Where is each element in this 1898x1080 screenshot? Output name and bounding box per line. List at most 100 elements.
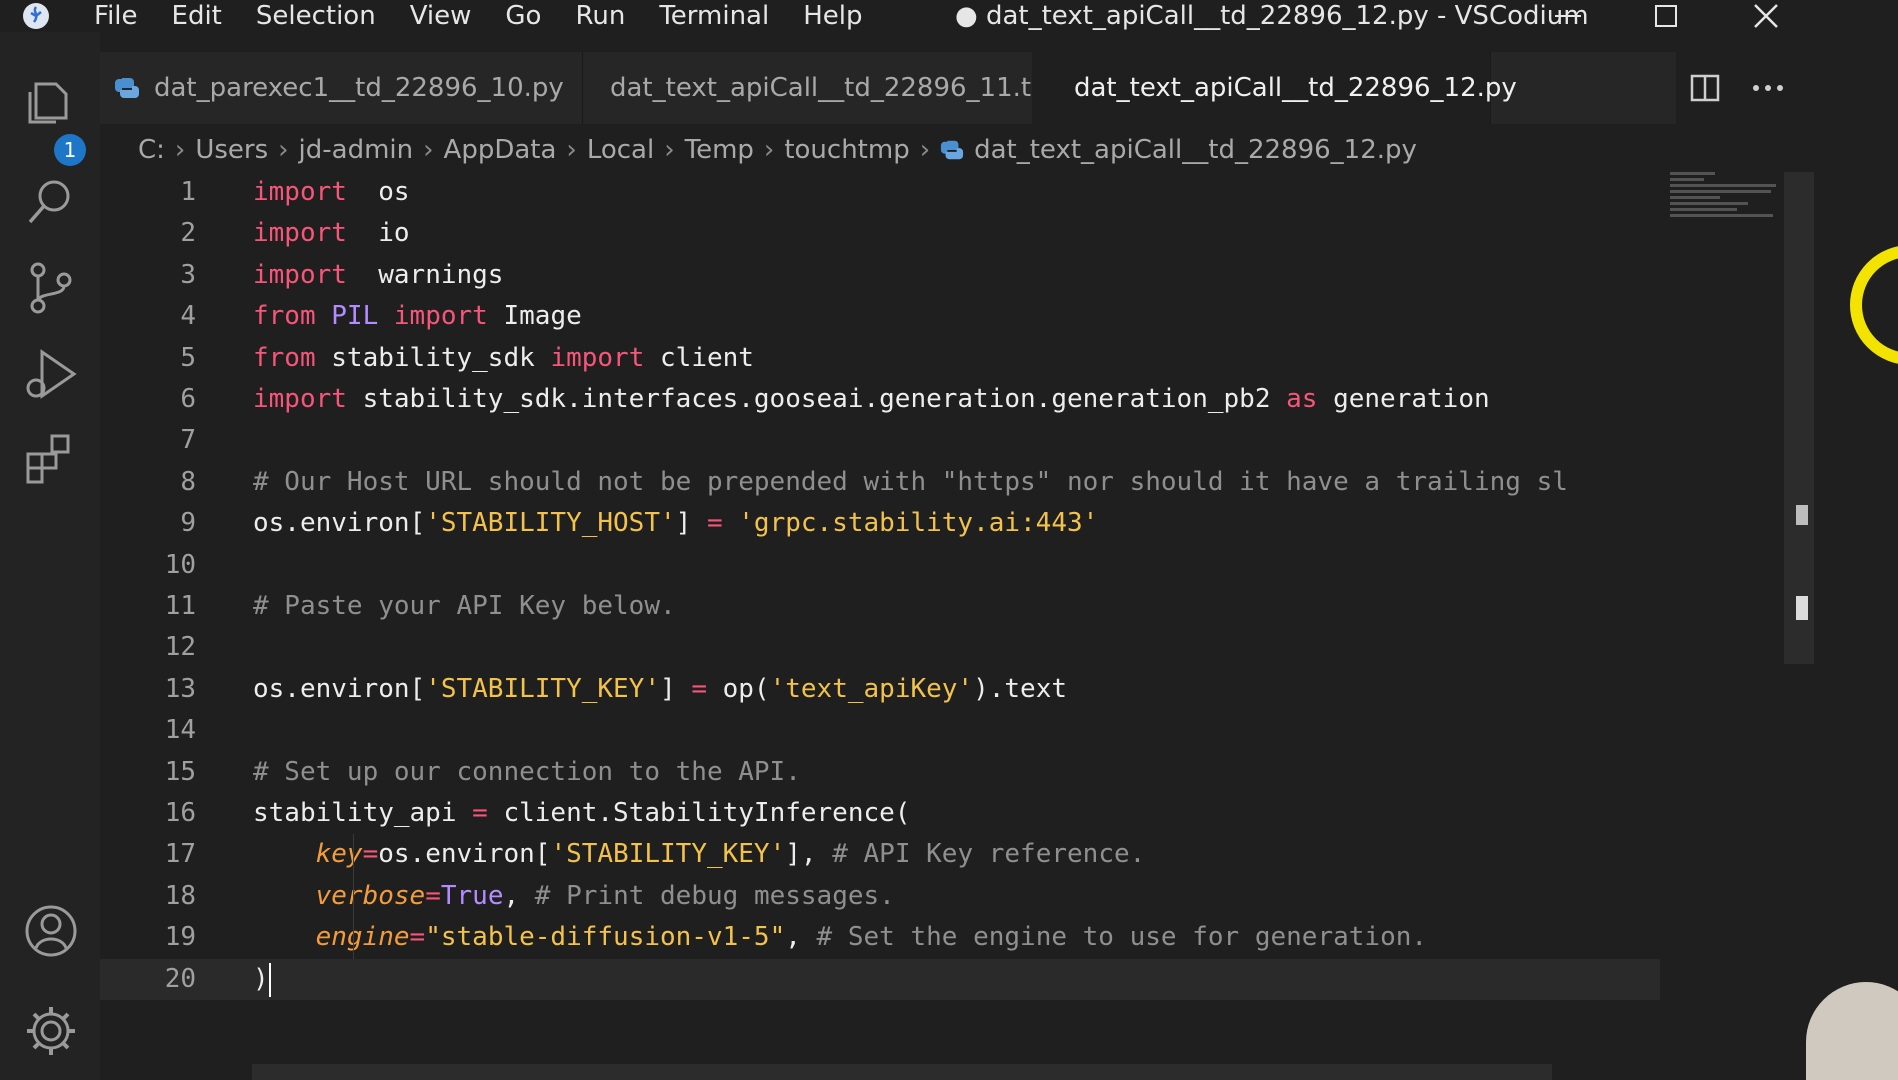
code-token: verbose [315,880,426,911]
code-text: import stability_sdk.interfaces.gooseai.… [253,379,1490,420]
explorer-icon[interactable] [22,70,80,128]
code-line[interactable]: 1 import os [100,172,1660,213]
horizontal-scrollbar[interactable] [252,1064,1552,1080]
code-token: os [346,177,410,207]
menu-selection[interactable]: Selection [256,1,376,31]
code-line[interactable]: 16 stability_api = client.StabilityInfere… [100,793,1660,834]
code-token: = [706,508,723,539]
code-line[interactable]: 3 import warnings [100,255,1660,296]
menu-bar: File Edit Selection View Go Run Terminal Help [94,0,897,32]
text-cursor [269,962,271,997]
code-text: # Our Host URL should not be prepended w… [253,462,1568,503]
code-token: ], [785,839,833,870]
breadcrumb-item[interactable]: jd-admin [299,135,414,165]
breadcrumb-separator: › [664,135,675,165]
code-line[interactable]: 9 os.environ['STABILITY_HOST'] = 'grpc.st… [100,503,1660,544]
code-editor[interactable]: 1 import os 2 import io 3 import warnings 4 fro… [100,172,1660,1052]
menu-view[interactable]: View [410,1,472,31]
menu-file[interactable]: File [94,1,138,31]
recording-overlay-ring [1850,245,1898,365]
code-line[interactable]: 10 [100,545,1660,586]
vscodium-window: File Edit Selection View Go Run Terminal Help ●… [0,0,1898,1080]
code-token: from [253,342,316,373]
code-token: = [425,880,441,911]
breadcrumb-item[interactable]: Temp [685,135,754,165]
tab-dat-text-apicall-12[interactable]: dat_text_apiCall__td_22896_12.py [1032,52,1517,124]
minimize-button[interactable] [1548,0,1588,32]
breadcrumb-separator: › [174,135,186,165]
code-token: stability_sdk.interfaces.gooseai.generat… [346,384,1287,414]
code-line[interactable]: 8 # Our Host URL should not be prepended … [100,462,1660,503]
split-editor-button[interactable] [1690,52,1720,124]
menu-edit[interactable]: Edit [172,1,222,31]
code-token: = [409,922,426,953]
code-line[interactable]: 19 engine="stable-diffusion-v1-5", # Set… [100,917,1660,958]
search-icon[interactable] [22,172,80,230]
code-line[interactable]: 12 [100,627,1660,668]
code-line[interactable]: 2 import io [100,213,1660,254]
code-token: True [440,880,504,911]
code-line[interactable]: 5 from stability_sdk import client [100,338,1660,379]
code-token: import [253,384,347,414]
line-number: 13 [164,673,196,704]
breadcrumb-item[interactable]: AppData [444,135,557,165]
code-token: 'text_apiKey' [769,673,974,704]
code-token: # API Key reference. [832,839,1146,870]
maximize-icon [1655,5,1677,27]
code-token: client [644,342,754,373]
source-control-icon[interactable] [22,258,80,316]
code-text: import io [253,213,410,254]
code-token: , [503,880,535,911]
menu-run[interactable]: Run [575,1,625,31]
vscodium-logo-icon[interactable] [20,2,52,30]
breadcrumb-item[interactable]: Local [587,135,654,165]
more-actions-icon [1753,85,1783,91]
code-text: from PIL import Image [253,296,582,337]
breadcrumb-item[interactable]: dat_text_apiCall__td_22896_12.py [974,135,1417,165]
close-icon [1754,4,1778,28]
breadcrumb-item[interactable]: Users [195,135,268,165]
breadcrumb-separator: › [566,135,577,165]
code-line[interactable]: 6 import stability_sdk.interfaces.gooseai… [100,379,1660,420]
code-line[interactable]: 20) [100,958,1660,1000]
line-number: 2 [180,218,196,249]
menu-help[interactable]: Help [803,1,862,31]
vertical-scrollbar[interactable] [1784,172,1814,664]
code-line[interactable]: 17 key=os.environ['STABILITY_KEY'], # AP… [100,834,1660,875]
account-icon[interactable] [22,902,80,960]
line-number: 18 [164,880,196,911]
code-line[interactable]: 11 # Paste your API Key below. [100,586,1660,627]
breadcrumb-item[interactable]: touchtmp [784,135,909,165]
close-button[interactable] [1746,0,1786,32]
minimap[interactable] [1670,172,1782,232]
code-line[interactable]: 14 [100,710,1660,751]
code-token: import [393,301,488,332]
tab-dat-parexec1[interactable]: dat_parexec1__td_22896_10.py [100,52,583,124]
code-line[interactable]: 18 verbose=True, # Print debug messages. [100,876,1660,917]
code-text: os.environ['STABILITY_HOST'] = 'grpc.sta… [253,503,1098,544]
code-line[interactable]: 4 from PIL import Image [100,296,1660,337]
code-token: 'STABILITY_KEY' [425,673,660,704]
code-line[interactable]: 13 os.environ['STABILITY_KEY'] = op('text… [100,669,1660,710]
breadcrumb-item[interactable]: C: [138,135,165,165]
line-number: 16 [164,798,196,828]
maximize-button[interactable] [1646,0,1686,32]
breadcrumb-separator: › [763,135,775,165]
code-token: = [691,673,707,704]
code-token: # Set up our connection to the API. [253,756,801,787]
run-debug-icon[interactable] [22,344,80,402]
code-token: from [253,301,316,332]
settings-gear-icon[interactable] [22,1002,80,1060]
more-actions-button[interactable] [1752,52,1784,124]
extensions-icon[interactable] [22,430,80,488]
code-line[interactable]: 7 [100,420,1660,461]
tab-dat-text-apicall-11[interactable]: dat_text_apiCall__td_22896_11.txt [582,52,1057,124]
code-line[interactable]: 15 # Set up our connection to the API. [100,752,1660,793]
menu-go[interactable]: Go [505,1,541,31]
menu-terminal[interactable]: Terminal [659,1,769,31]
code-token: warnings [346,259,504,290]
minimize-icon [1555,15,1581,17]
code-text: import warnings [253,255,503,296]
code-token: as [1286,384,1318,414]
